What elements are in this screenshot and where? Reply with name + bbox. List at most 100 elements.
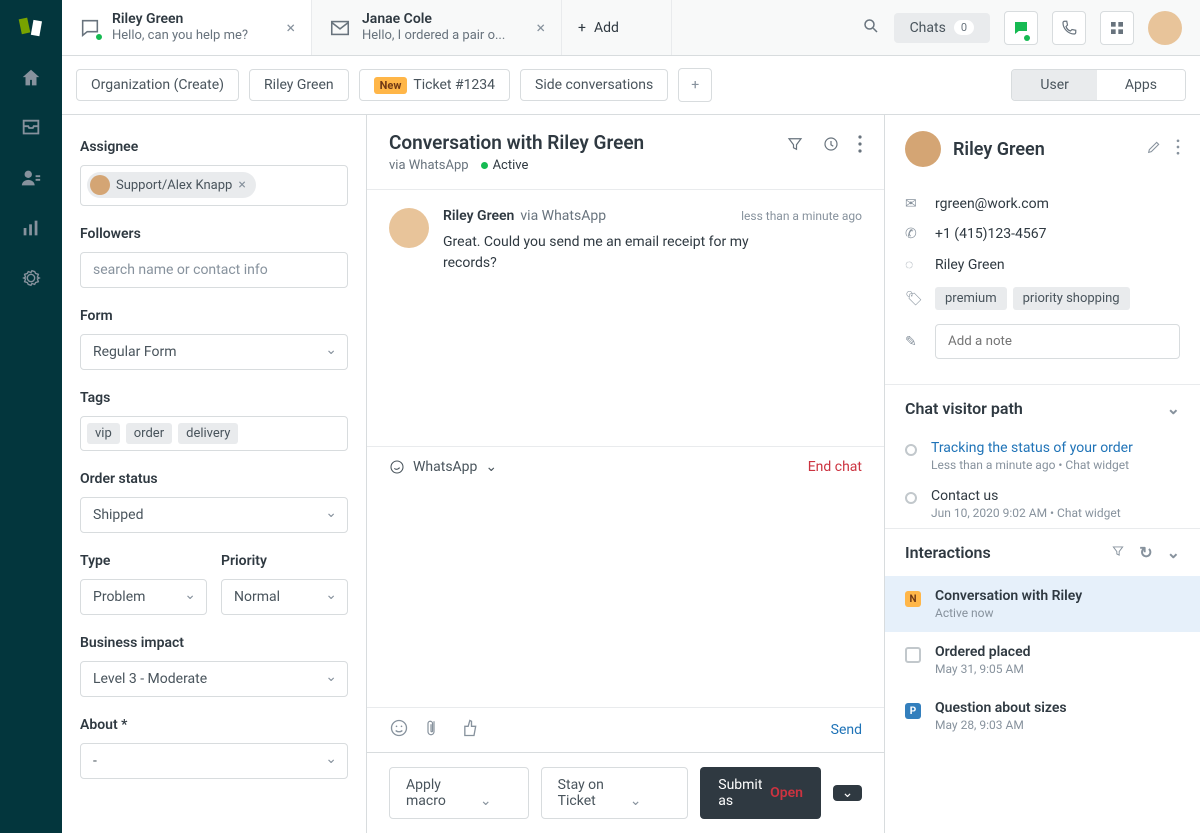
profile-whatsapp: Riley Green — [935, 257, 1005, 273]
priority-label: Priority — [221, 553, 348, 569]
tag-chip[interactable]: vip — [87, 423, 120, 444]
form-select[interactable]: Regular Form — [80, 334, 348, 370]
reports-icon[interactable] — [19, 216, 43, 240]
path-item[interactable]: Tracking the status of your orderLess th… — [885, 432, 1200, 480]
emoji-icon[interactable] — [389, 718, 409, 742]
message-via: via WhatsApp — [520, 208, 606, 224]
apply-macro-select[interactable]: Apply macro — [389, 767, 529, 819]
avatar — [905, 131, 941, 167]
impact-select[interactable]: Level 3 - Moderate — [80, 661, 348, 697]
right-panel-toggle: User Apps — [1011, 69, 1186, 101]
user-avatar[interactable] — [1148, 11, 1182, 45]
nav-rail — [0, 0, 62, 833]
visitor-path-header[interactable]: Chat visitor path⌄ — [885, 384, 1200, 432]
filter-icon[interactable] — [1111, 543, 1125, 562]
remove-icon[interactable]: × — [238, 177, 245, 193]
tab-chat-riley[interactable]: Riley GreenHello, can you help me? × — [62, 0, 312, 55]
chats-label: Chats — [910, 20, 946, 36]
followers-label: Followers — [80, 226, 348, 242]
more-icon[interactable] — [1176, 139, 1180, 159]
org-tab[interactable]: Organization (Create) — [76, 69, 239, 101]
apps-segment[interactable]: Apps — [1097, 70, 1185, 100]
tab-title: Janae Cole — [362, 10, 505, 28]
tag-chip[interactable]: delivery — [178, 423, 238, 444]
thumbs-up-icon[interactable] — [459, 718, 479, 742]
assignee-field[interactable]: Support/Alex Knapp× — [80, 165, 348, 206]
assignee-label: Assignee — [80, 139, 348, 155]
footer-actions: Apply macro Stay on Ticket Submit as Ope… — [367, 752, 884, 833]
message-author: Riley Green — [443, 208, 514, 224]
add-context-tab[interactable]: + — [678, 68, 712, 102]
type-select[interactable]: Problem — [80, 579, 207, 615]
whatsapp-icon: ◌ — [905, 256, 921, 273]
avatar — [90, 175, 110, 195]
context-panel: Riley Green ✉rgreen@work.com ✆+1 (415)12… — [885, 115, 1200, 833]
edit-icon[interactable] — [1146, 139, 1162, 159]
tag-icon: 🏷 — [905, 291, 921, 307]
tags-field[interactable]: vip order delivery — [80, 416, 348, 451]
close-icon[interactable]: × — [286, 18, 295, 37]
messaging-icon[interactable] — [1004, 11, 1038, 45]
tab-subtitle: Hello, can you help me? — [112, 28, 248, 45]
note-input[interactable] — [935, 324, 1180, 359]
history-icon[interactable] — [822, 135, 840, 157]
followers-input[interactable] — [80, 252, 348, 288]
interactions-header[interactable]: Interactions↻⌄ — [885, 528, 1200, 576]
tags-label: Tags — [80, 390, 348, 406]
tag-chip[interactable]: order — [126, 423, 172, 444]
interaction-item[interactable]: NConversation with RileyActive now — [885, 576, 1200, 632]
user-segment[interactable]: User — [1012, 70, 1096, 100]
phone-icon: ✆ — [905, 226, 921, 242]
stay-on-ticket-select[interactable]: Stay on Ticket — [541, 767, 689, 819]
attachment-icon[interactable] — [425, 718, 443, 742]
status-badge: Active — [481, 158, 529, 173]
tab-email-janae[interactable]: Janae ColeHello, I ordered a pair o... × — [312, 0, 562, 55]
via-label: via WhatsApp — [389, 158, 469, 173]
about-select[interactable]: - — [80, 743, 348, 779]
about-label: About * — [80, 717, 348, 733]
avatar — [389, 208, 429, 248]
profile-email: rgreen@work.com — [935, 196, 1049, 212]
assignee-chip: Support/Alex Knapp× — [87, 172, 256, 198]
phone-icon[interactable] — [1052, 11, 1086, 45]
path-item[interactable]: Contact usJun 10, 2020 9:02 AM • Chat wi… — [885, 480, 1200, 528]
compose-area[interactable] — [367, 487, 884, 707]
profile-name: Riley Green — [953, 139, 1134, 160]
form-label: Form — [80, 308, 348, 324]
chats-button[interactable]: Chats0 — [894, 13, 990, 43]
conversation-title: Conversation with Riley Green — [389, 131, 786, 154]
submit-button[interactable]: Submit as Open — [700, 767, 821, 819]
refresh-icon[interactable]: ↻ — [1139, 543, 1152, 562]
home-icon[interactable] — [19, 66, 43, 90]
tag-chip: premium — [935, 287, 1007, 310]
add-tab[interactable]: + Add — [562, 0, 672, 55]
side-conversations-tab[interactable]: Side conversations — [520, 69, 668, 101]
tag-chip: priority shopping — [1013, 287, 1130, 310]
chevron-down-icon: ⌄ — [1167, 399, 1180, 418]
tab-title: Riley Green — [112, 10, 248, 28]
apps-grid-icon[interactable] — [1100, 11, 1134, 45]
interaction-item[interactable]: Ordered placedMay 31, 9:05 AM — [885, 632, 1200, 688]
more-icon[interactable] — [858, 135, 862, 157]
message: Riley Green via WhatsApp less than a minu… — [389, 208, 862, 274]
inbox-icon[interactable] — [19, 116, 43, 140]
channel-select[interactable]: WhatsApp⌄ — [389, 459, 497, 475]
filter-icon[interactable] — [786, 135, 804, 157]
search-icon[interactable] — [862, 17, 880, 39]
message-time: less than a minute ago — [741, 209, 862, 223]
mail-icon: ✉ — [905, 196, 921, 212]
send-link[interactable]: Send — [831, 722, 862, 738]
interaction-item[interactable]: PQuestion about sizesMay 28, 9:03 AM — [885, 688, 1200, 744]
order-status-select[interactable]: Shipped — [80, 497, 348, 533]
mail-icon — [328, 16, 352, 40]
close-icon[interactable]: × — [536, 18, 545, 37]
add-label: Add — [594, 20, 619, 36]
priority-select[interactable]: Normal — [221, 579, 348, 615]
settings-icon[interactable] — [19, 266, 43, 290]
requester-tab[interactable]: Riley Green — [249, 69, 349, 101]
end-chat-link[interactable]: End chat — [808, 459, 862, 475]
type-label: Type — [80, 553, 207, 569]
submit-dropdown[interactable]: ⌄ — [833, 785, 862, 801]
customers-icon[interactable] — [19, 166, 43, 190]
ticket-tab[interactable]: NewTicket #1234 — [359, 69, 510, 101]
